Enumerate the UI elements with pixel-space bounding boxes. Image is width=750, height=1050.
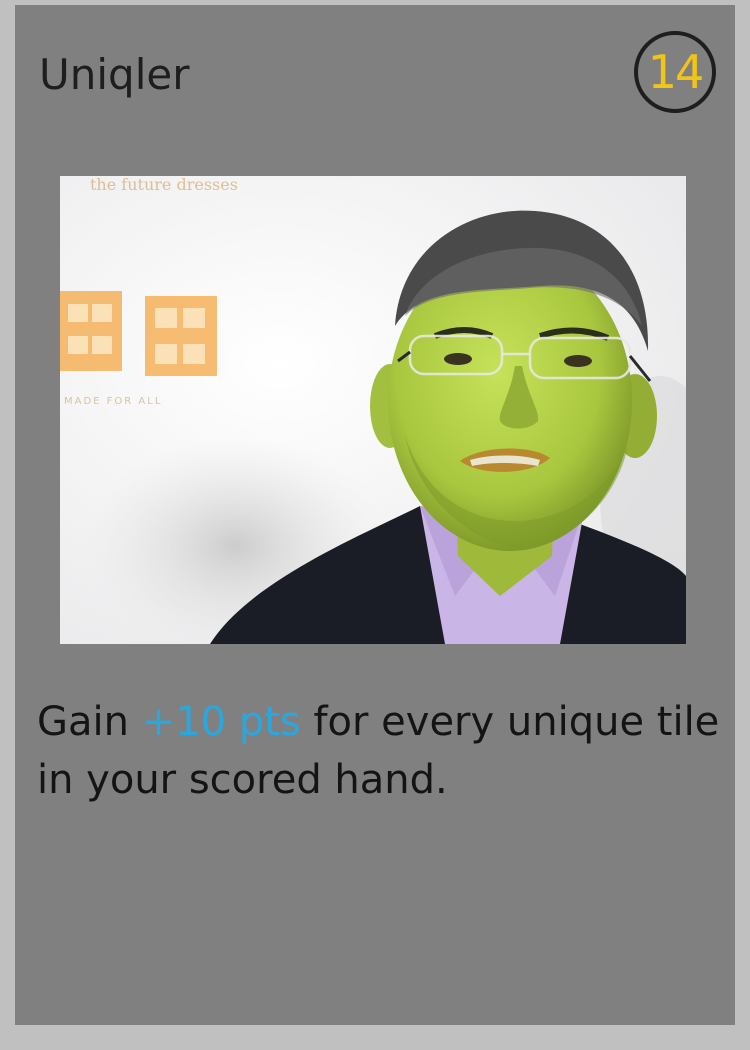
card-title: Uniqler (39, 50, 190, 99)
banner-text: the future dresses (90, 176, 238, 194)
portrait-art: the future dresses MADE FOR ALL (60, 176, 686, 644)
rules-text: Gain +10 pts for every unique tile in yo… (37, 693, 727, 809)
cost-badge: 14 (634, 31, 716, 113)
game-card[interactable]: Uniqler 14 the future dresses MADE FOR A… (15, 5, 735, 1025)
logo-tagline: MADE FOR ALL (64, 396, 162, 407)
card-art: the future dresses MADE FOR ALL (60, 176, 686, 644)
points-highlight: +10 pts (141, 699, 301, 745)
rules-prefix: Gain (37, 699, 142, 745)
